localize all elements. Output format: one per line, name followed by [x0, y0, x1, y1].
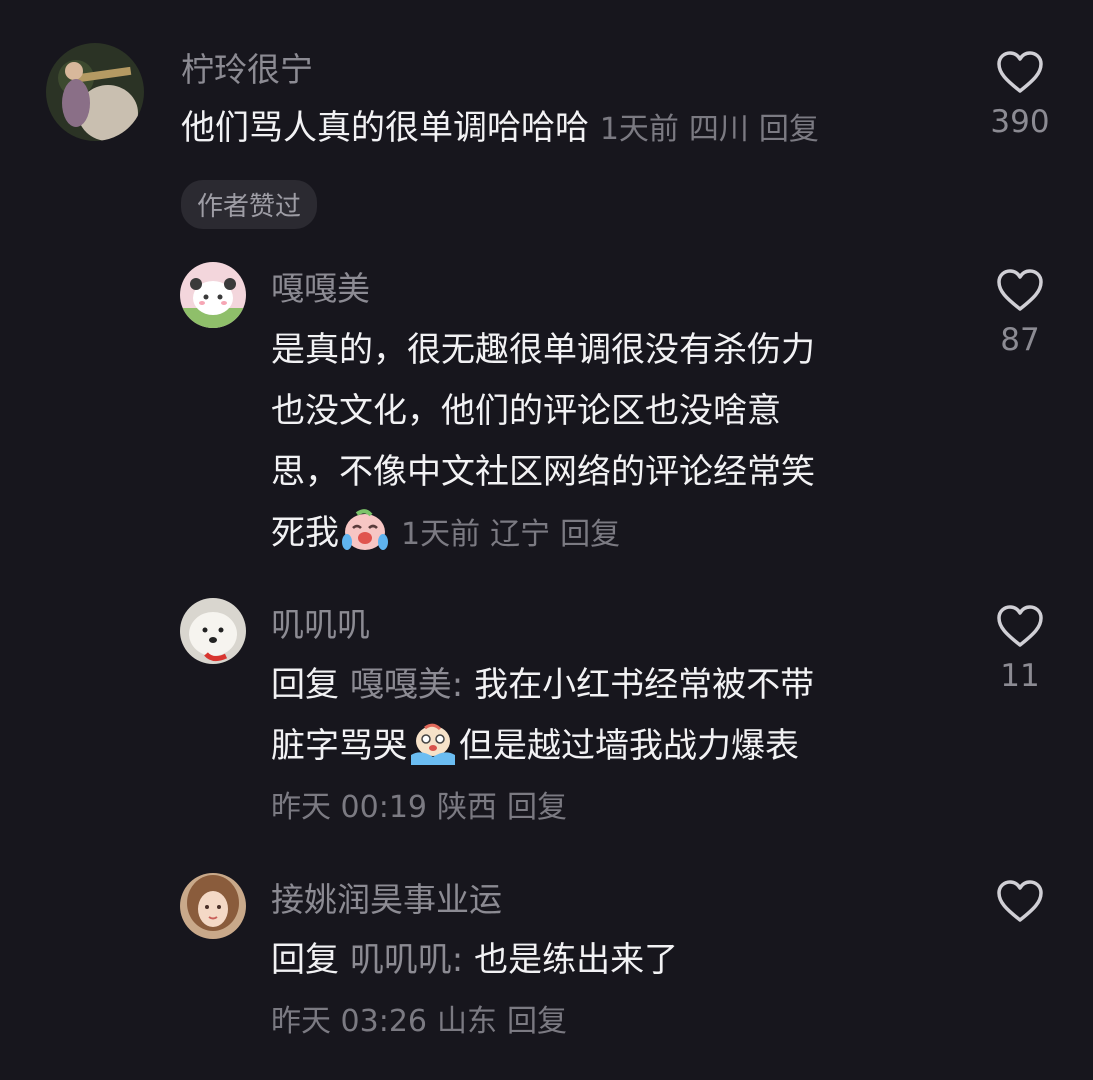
- crying-laughing-emoji-icon: [342, 509, 388, 550]
- comment-text: 是真的，很无趣很单调很没有杀伤力 也没文化，他们的评论区也没啥意 思，不像中文社…: [271, 320, 951, 565]
- comment-meta: 昨天 00:19 陕西 回复: [271, 777, 951, 838]
- reply-target-username[interactable]: 嘎嘎美:: [350, 665, 463, 705]
- reply-item: 接姚润昊事业运 回复 叽叽叽: 也是练出来了 昨天 03:26 山东 回复: [0, 860, 1093, 1080]
- comment-time: 1天前: [401, 517, 481, 552]
- reply-button[interactable]: 回复: [507, 790, 567, 825]
- reply-prefix: 回复: [271, 940, 339, 980]
- reply-target-username[interactable]: 叽叽叽:: [350, 940, 463, 980]
- reply-button[interactable]: 回复: [560, 517, 620, 552]
- reply-prefix: 回复: [271, 665, 339, 705]
- comment-time: 1天前: [599, 112, 679, 147]
- comment-text-part: 但是越过墙我战力爆表: [459, 726, 799, 766]
- like-button[interactable]: 11: [985, 604, 1055, 694]
- comment-text-line: 思，不像中文社区网络的评论经常笑: [271, 452, 815, 492]
- comment-text-row: 他们骂人真的很单调哈哈哈 1天前 四川 回复: [181, 98, 829, 160]
- comment-text-part: 也是练出来了: [474, 940, 679, 980]
- like-button[interactable]: 87: [985, 268, 1055, 358]
- like-count: 87: [1000, 322, 1040, 358]
- comment-location: 陕西: [437, 790, 497, 825]
- reply-button[interactable]: 回复: [759, 112, 819, 147]
- like-button[interactable]: 390: [985, 50, 1055, 140]
- comment-text-line: 脏字骂哭 但是越过墙我战力爆表: [271, 716, 951, 777]
- like-button[interactable]: [985, 879, 1055, 933]
- comment-text: 他们骂人真的很单调哈哈哈: [181, 108, 589, 148]
- reply-button[interactable]: 回复: [507, 1004, 567, 1039]
- comment-text-line: 也没文化，他们的评论区也没啥意: [271, 391, 781, 431]
- comment-time: 昨天 03:26: [271, 1004, 427, 1039]
- comment-item: 柠玲很宁 他们骂人真的很单调哈哈哈 1天前 四川 回复 作者赞过 390: [0, 0, 1093, 240]
- heart-icon: [997, 605, 1043, 647]
- reply-item: 嘎嘎美 是真的，很无趣很单调很没有杀伤力 也没文化，他们的评论区也没啥意 思，不…: [0, 240, 1093, 580]
- comment-text-line: 回复 嘎嘎美: 我在小红书经常被不带: [271, 655, 951, 716]
- comment-text: 回复 嘎嘎美: 我在小红书经常被不带 脏字骂哭 但是越过墙我战力爆表 昨天 00…: [271, 655, 951, 838]
- comment-location: 四川: [688, 112, 749, 147]
- heart-icon: [997, 269, 1043, 311]
- username[interactable]: 柠玲很宁: [181, 50, 313, 90]
- heart-icon: [997, 51, 1043, 93]
- comment-text-part: 我在小红书经常被不带: [474, 665, 815, 705]
- username[interactable]: 接姚润昊事业运: [271, 880, 502, 920]
- like-count: 11: [1000, 658, 1040, 694]
- avatar[interactable]: [180, 598, 246, 664]
- like-count: 390: [990, 104, 1050, 140]
- comment-location: 山东: [437, 1004, 497, 1039]
- comment-time: 昨天 00:19: [271, 790, 427, 825]
- comment-meta: 1天前 四川 回复: [600, 112, 829, 147]
- avatar[interactable]: [46, 43, 144, 141]
- comment-text-line: 回复 叽叽叽: 也是练出来了: [271, 930, 951, 991]
- avatar[interactable]: [180, 262, 246, 328]
- avatar[interactable]: [180, 873, 246, 939]
- comment-location: 辽宁: [490, 517, 551, 552]
- comment-meta: 昨天 03:26 山东 回复: [271, 991, 951, 1052]
- username[interactable]: 嘎嘎美: [271, 269, 370, 309]
- comment-text-line: 是真的，很无趣很单调很没有杀伤力: [271, 330, 815, 370]
- comment-text-last-line: 死我 1天前 辽宁 回复: [271, 503, 951, 565]
- comment-text: 回复 叽叽叽: 也是练出来了 昨天 03:26 山东 回复: [271, 930, 951, 1052]
- reply-item: 叽叽叽 回复 嘎嘎美: 我在小红书经常被不带 脏字骂哭 但是越过墙我战力爆表 昨…: [0, 580, 1093, 860]
- author-liked-badge: 作者赞过: [181, 180, 318, 229]
- heart-icon: [997, 880, 1043, 922]
- crying-tears-emoji-icon: [411, 723, 455, 765]
- username[interactable]: 叽叽叽: [271, 605, 370, 645]
- comment-meta: 1天前 辽宁 回复: [401, 517, 630, 552]
- comment-text-part: 脏字骂哭: [271, 726, 407, 766]
- comment-text-line: 死我: [271, 513, 339, 553]
